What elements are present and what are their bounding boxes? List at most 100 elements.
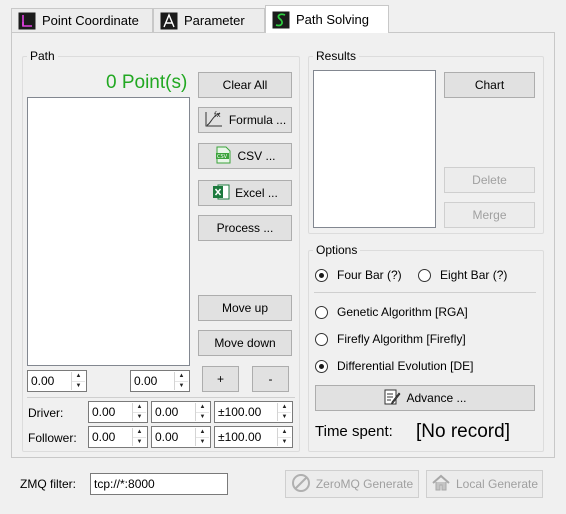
zmq-filter-input[interactable]: tcp://*:8000 (90, 473, 228, 495)
parameter-icon (160, 12, 178, 30)
clear-all-button[interactable]: Clear All (198, 72, 292, 98)
move-down-label: Move down (214, 336, 276, 350)
rga-label: Genetic Algorithm [RGA] (337, 305, 468, 319)
rga-radio[interactable]: Genetic Algorithm [RGA] (315, 305, 468, 319)
excel-icon (212, 183, 230, 204)
de-label: Differential Evolution [DE] (337, 359, 474, 373)
tab-label: Point Coordinate (42, 13, 139, 28)
move-up-button[interactable]: Move up (198, 295, 292, 321)
disabled-icon (291, 473, 311, 496)
csv-file-icon: CSV (214, 146, 232, 167)
results-group-title: Results (313, 49, 360, 63)
formula-button[interactable]: fx Formula ... (198, 107, 292, 133)
de-radio-dot (315, 359, 328, 373)
follower-x-value: 0.00 (92, 430, 116, 444)
y-spin-arrows[interactable]: ▲ ▼ (174, 372, 188, 390)
delete-button[interactable]: Delete (444, 167, 535, 193)
merge-label: Merge (472, 208, 507, 222)
tab-label: Parameter (184, 13, 245, 28)
path-list[interactable] (27, 97, 190, 366)
process-button[interactable]: Process ... (198, 215, 292, 241)
driver-label: Driver: (28, 406, 64, 420)
driver-x-value: 0.00 (92, 405, 116, 419)
follower-y-value: 0.00 (155, 430, 179, 444)
driver-tolerance-spinbox[interactable]: ±100.00 ▲ ▼ (214, 401, 293, 423)
path-solving-icon (272, 11, 290, 29)
csv-button[interactable]: CSV CSV ... (198, 143, 292, 169)
edit-settings-icon (383, 388, 401, 409)
driver-y-spinbox[interactable]: 0.00 ▲ ▼ (151, 401, 211, 423)
driver-y-value: 0.00 (155, 405, 179, 419)
follower-x-spinbox[interactable]: 0.00 ▲ ▼ (88, 426, 148, 448)
follower-tolerance-value: ±100.00 (218, 430, 262, 444)
delete-label: Delete (472, 173, 507, 187)
y-spinbox[interactable]: 0.00 ▲ ▼ (130, 370, 190, 392)
local-generate-label: Local Generate (455, 477, 539, 491)
point-count: 0 Point(s) (106, 72, 188, 93)
driver-x-arrows[interactable]: ▲ ▼ (132, 403, 146, 421)
x-spin-arrows[interactable]: ▲ ▼ (71, 372, 85, 390)
follower-tolerance-arrows[interactable]: ▲ ▼ (277, 428, 291, 446)
move-down-button[interactable]: Move down (198, 330, 292, 356)
follower-y-arrows[interactable]: ▲ ▼ (195, 428, 209, 446)
process-label: Process ... (216, 221, 274, 235)
tab-parameter[interactable]: Parameter (153, 8, 265, 32)
csv-label: CSV ... (237, 149, 276, 163)
driver-x-spinbox[interactable]: 0.00 ▲ ▼ (88, 401, 148, 423)
plus-label: + (216, 372, 224, 386)
home-icon (431, 473, 451, 496)
excel-button[interactable]: Excel ... (198, 180, 292, 206)
time-spent-value: [No record] (416, 421, 510, 442)
svg-text:CSV: CSV (217, 154, 228, 160)
path-group-title: Path (27, 49, 58, 63)
zeromq-generate-button[interactable]: ZeroMQ Generate (285, 470, 419, 498)
de-radio[interactable]: Differential Evolution [DE] (315, 359, 474, 373)
options-divider (314, 292, 536, 293)
follower-y-spinbox[interactable]: 0.00 ▲ ▼ (151, 426, 211, 448)
follower-label: Follower: (28, 431, 77, 445)
remove-point-button[interactable]: - (252, 366, 289, 392)
firefly-radio-dot (315, 332, 328, 346)
time-spent-label: Time spent: (315, 423, 393, 440)
point-coordinate-icon (18, 12, 36, 30)
tab-label: Path Solving (296, 12, 369, 27)
formula-label: Formula ... (228, 113, 287, 127)
follower-x-arrows[interactable]: ▲ ▼ (132, 428, 146, 446)
clear-all-label: Clear All (222, 78, 268, 92)
advance-label: Advance ... (406, 391, 467, 405)
excel-label: Excel ... (235, 186, 278, 200)
four-bar-label: Four Bar (?) (337, 268, 402, 282)
y-value: 0.00 (134, 374, 158, 388)
driver-tolerance-value: ±100.00 (218, 405, 262, 419)
add-point-button[interactable]: + (202, 366, 239, 392)
firefly-radio[interactable]: Firefly Algorithm [Firefly] (315, 332, 466, 346)
svg-text:fx: fx (214, 111, 221, 119)
tab-path-solving[interactable]: Path Solving (265, 5, 389, 33)
formula-icon: fx (204, 110, 224, 131)
driver-tolerance-arrows[interactable]: ▲ ▼ (277, 403, 291, 421)
four-bar-radio[interactable]: Four Bar (?) (315, 268, 402, 282)
zmq-filter-value: tcp://*:8000 (94, 477, 155, 491)
tab-point-coordinate[interactable]: Point Coordinate (11, 8, 153, 32)
merge-button[interactable]: Merge (444, 202, 535, 228)
results-list[interactable] (313, 70, 436, 228)
zeromq-generate-label: ZeroMQ Generate (315, 477, 414, 491)
advance-button[interactable]: Advance ... (315, 385, 535, 411)
minus-label: - (268, 372, 273, 386)
firefly-label: Firefly Algorithm [Firefly] (337, 332, 466, 346)
follower-tolerance-spinbox[interactable]: ±100.00 ▲ ▼ (214, 426, 293, 448)
chart-button[interactable]: Chart (444, 72, 535, 98)
four-bar-radio-dot (315, 268, 328, 282)
x-value: 0.00 (31, 374, 55, 388)
driver-y-arrows[interactable]: ▲ ▼ (195, 403, 209, 421)
eight-bar-radio-dot (418, 268, 431, 282)
eight-bar-radio[interactable]: Eight Bar (?) (418, 268, 507, 282)
local-generate-button[interactable]: Local Generate (426, 470, 543, 498)
options-group-title: Options (313, 243, 361, 257)
path-divider (27, 397, 295, 398)
rga-radio-dot (315, 305, 328, 319)
x-spinbox[interactable]: 0.00 ▲ ▼ (27, 370, 87, 392)
eight-bar-label: Eight Bar (?) (440, 268, 508, 282)
move-up-label: Move up (221, 301, 269, 315)
zmq-filter-label: ZMQ filter: (20, 477, 76, 491)
